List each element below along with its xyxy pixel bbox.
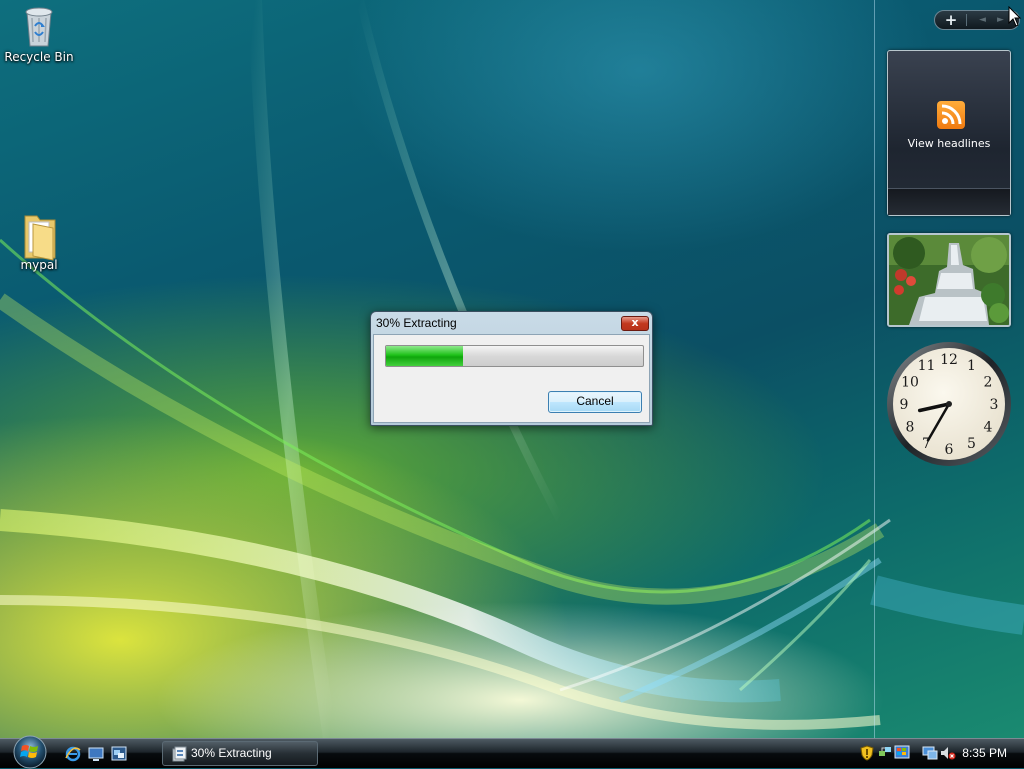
clock-numeral: 8 [906, 420, 915, 436]
mouse-cursor-icon [1008, 6, 1022, 27]
windows-start-orb[interactable] [9, 733, 51, 769]
volume-muted-icon[interactable] [940, 745, 956, 761]
desktop-wallpaper: Recycle Bin mypal + ◄ ► View headlines 1… [0, 0, 1024, 738]
clock-gadget[interactable]: 12 1 2 3 4 5 6 7 8 9 10 11 [886, 341, 1012, 467]
cancel-button[interactable]: Cancel [548, 391, 642, 413]
display-monitor-icon[interactable] [922, 745, 938, 761]
network-icon[interactable] [878, 745, 892, 761]
recycle-bin-icon [19, 4, 59, 48]
clock-numeral: 1 [967, 358, 976, 374]
security-shield-icon[interactable] [860, 745, 874, 761]
switch-windows-icon[interactable] [111, 746, 127, 762]
clock-numeral: 12 [940, 352, 958, 368]
clock-numeral: 2 [984, 375, 993, 391]
feed-headlines-gadget[interactable]: View headlines [887, 50, 1011, 216]
progress-bar-fill [386, 346, 464, 366]
clock-numeral: 4 [984, 420, 993, 436]
previous-gadget-button[interactable]: ◄ [979, 11, 986, 29]
desktop-icon-label: Recycle Bin [4, 50, 74, 64]
feed-gadget-footer [888, 188, 1010, 215]
internet-explorer-icon[interactable] [65, 746, 81, 762]
archive-extract-icon [172, 746, 187, 762]
clock-numeral: 11 [918, 358, 936, 374]
taskbar-button-extracting[interactable]: 30% Extracting [162, 741, 318, 766]
progress-bar [385, 345, 644, 367]
show-desktop-icon[interactable] [88, 746, 104, 762]
clock-numeral: 3 [990, 397, 999, 413]
next-gadget-button[interactable]: ► [997, 11, 1004, 29]
slideshow-gadget[interactable] [887, 233, 1011, 327]
rss-icon [937, 101, 965, 129]
clock-numeral: 10 [901, 375, 919, 391]
clock-numeral: 6 [945, 442, 954, 458]
close-button[interactable]: x [621, 316, 649, 331]
view-headlines-link[interactable]: View headlines [888, 137, 1010, 150]
folder-icon [19, 212, 59, 261]
taskbar-button-label: 30% Extracting [191, 746, 272, 760]
dialog-body: Cancel [373, 334, 650, 423]
clock-numeral: 9 [900, 397, 909, 413]
desktop-icon-mypal[interactable]: mypal [4, 212, 74, 272]
slideshow-photo [889, 235, 1009, 325]
windows-update-icon[interactable] [894, 744, 910, 760]
notification-area: 8:35 PM [852, 741, 1024, 766]
add-gadget-button[interactable]: + [939, 11, 963, 29]
analog-clock-face: 12 1234567891011 [887, 342, 1011, 466]
desktop-icon-recycle-bin[interactable]: Recycle Bin [4, 4, 74, 64]
system-clock[interactable]: 8:35 PM [962, 746, 1007, 760]
dialog-title: 30% Extracting [376, 316, 457, 330]
sidebar-controls-divider [966, 14, 967, 26]
sidebar-divider [874, 0, 875, 738]
extract-progress-dialog: 30% Extracting x Cancel [370, 311, 653, 426]
clock-numeral: 5 [967, 436, 976, 452]
